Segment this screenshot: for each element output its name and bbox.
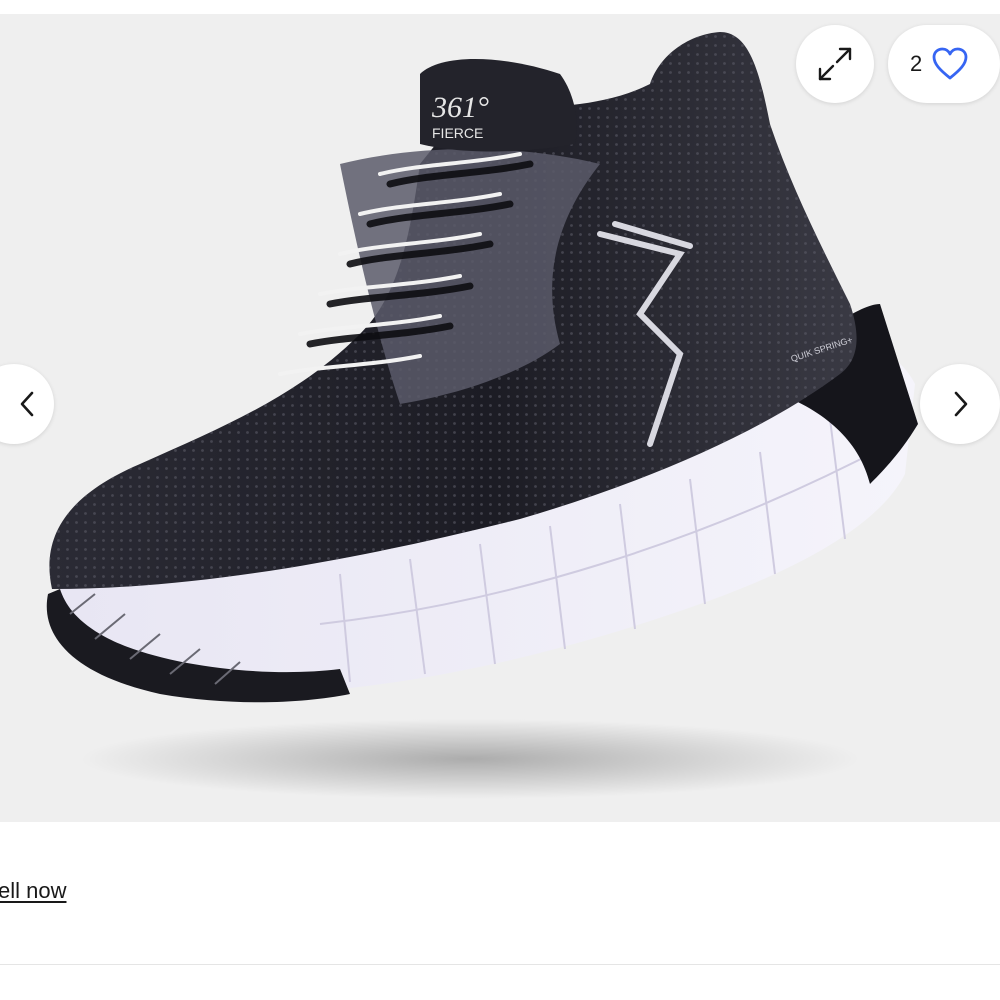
- image-viewer: 361° FIERCE QUIK SPRING+: [0, 14, 1000, 822]
- expand-button[interactable]: [796, 25, 874, 103]
- product-image[interactable]: 361° FIERCE QUIK SPRING+: [0, 14, 1000, 822]
- chevron-right-icon: [954, 391, 968, 417]
- heart-outline-icon: [932, 47, 968, 80]
- chevron-left-icon: [20, 391, 34, 417]
- watch-count: 2: [910, 51, 923, 76]
- next-image-button[interactable]: [920, 364, 1000, 444]
- expand-arrows-icon: [818, 47, 852, 81]
- tongue-model-text: FIERCE: [432, 125, 483, 141]
- watch-button[interactable]: 2: [888, 25, 1000, 103]
- sell-now-link[interactable]: ell now: [0, 878, 66, 904]
- tongue-logo-text: 361°: [431, 91, 489, 124]
- divider: [0, 964, 1000, 965]
